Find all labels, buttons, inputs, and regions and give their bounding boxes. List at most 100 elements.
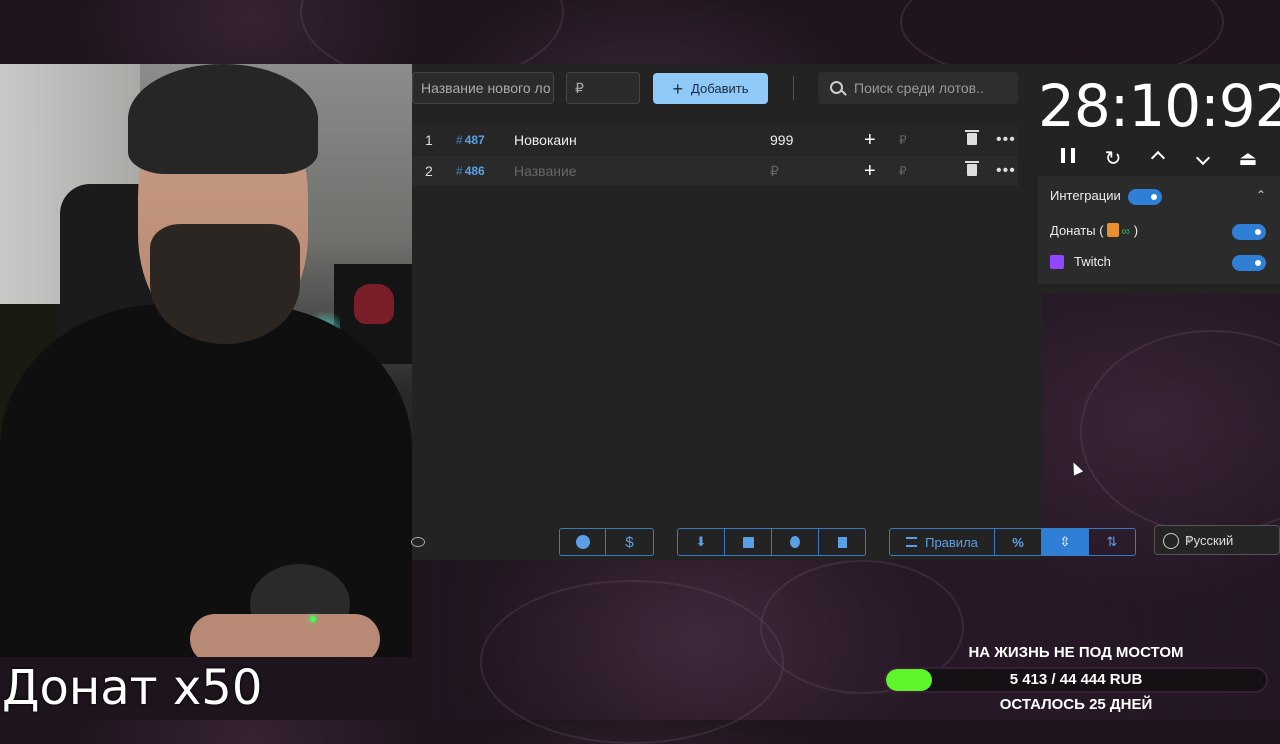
eject-icon: ⏏ — [1238, 148, 1258, 170]
webcam-feed — [0, 64, 412, 657]
dollar-icon: $ — [625, 533, 634, 551]
background-petal — [480, 580, 784, 744]
bug-report-button[interactable] — [772, 529, 819, 555]
lot-name-field[interactable]: Название — [514, 156, 577, 186]
clear-lots-button[interactable] — [819, 529, 865, 555]
delete-lot-icon[interactable] — [965, 161, 979, 176]
lot-search-input[interactable]: Поиск среди лотов.. — [818, 72, 1018, 104]
twitch-toggle[interactable] — [1232, 255, 1266, 271]
poster-art — [354, 284, 394, 324]
delete-lot-icon[interactable] — [965, 130, 979, 145]
collapse-chevron-icon[interactable]: ⌃ — [1256, 188, 1266, 202]
timer-decrease-button[interactable] — [1188, 146, 1218, 169]
pause-button[interactable] — [1053, 146, 1083, 169]
lot-row: 1 #487 Новокаин 999 + ₽ ••• — [412, 125, 1018, 155]
lot-id-value: 487 — [464, 133, 485, 147]
lot-amount-field[interactable]: 999 — [770, 125, 793, 155]
lot-name-field[interactable]: Новокаин — [514, 125, 577, 155]
donations-toggle[interactable] — [1232, 224, 1266, 240]
github-button[interactable] — [560, 529, 606, 555]
lot-id-value: 486 — [464, 164, 485, 178]
twitch-icon — [1050, 255, 1064, 269]
lot-id: #486 — [456, 156, 485, 186]
streamer-beard — [150, 224, 300, 344]
lots-panel: Название нового ло ₽ + Добавить Поиск сре… — [412, 64, 1042, 560]
new-lot-amount-input[interactable]: ₽ — [566, 72, 640, 104]
goal-amount: 5 413 / 44 444 RUB — [1009, 671, 1143, 688]
infinity-icon: ∞ — [1121, 224, 1131, 238]
view-options-group: Правила % ⇳ ⇅ — [889, 528, 1136, 556]
lot-row: 2 #486 Название ₽ + ₽ ••• — [412, 156, 1018, 186]
extra-amount-field[interactable]: ₽ — [899, 125, 907, 155]
lot-amount-field[interactable]: ₽ — [770, 156, 779, 186]
lot-index: 2 — [425, 163, 433, 179]
donate-button[interactable]: $ — [606, 529, 653, 555]
eject-button[interactable]: ⏏ — [1233, 146, 1263, 171]
rules-label: Правила — [925, 534, 978, 550]
more-options-icon[interactable]: ••• — [996, 125, 1016, 155]
search-placeholder: Поиск среди лотов.. — [854, 80, 984, 96]
add-amount-button[interactable]: + — [864, 125, 876, 155]
mouse-led — [310, 616, 316, 622]
rules-icon — [906, 537, 918, 547]
extra-amount-field[interactable]: ₽ — [899, 156, 907, 186]
mouse-cursor-icon — [1068, 460, 1084, 476]
lots-topbar: Название нового ло ₽ + Добавить Поиск сре… — [412, 72, 1042, 106]
more-options-icon[interactable]: ••• — [996, 156, 1016, 186]
add-lot-button[interactable]: + Добавить — [653, 73, 768, 104]
lot-index: 1 — [425, 132, 433, 148]
donations-integration: Донаты ( ∞ ) — [1050, 223, 1138, 238]
reset-icon: ↻ — [1104, 148, 1122, 170]
twitch-integration: Twitch — [1050, 254, 1111, 269]
github-icon — [575, 535, 590, 549]
donations-label: Донаты ( — [1050, 223, 1104, 238]
donationalerts-icon — [1106, 223, 1119, 237]
reset-timer-button[interactable]: ↻ — [1098, 146, 1128, 171]
timer-increase-button[interactable] — [1143, 146, 1173, 169]
file-actions-group: ⬇ — [677, 528, 866, 556]
integrations-title: Интеграции — [1050, 188, 1121, 203]
streamer-hair — [128, 64, 318, 174]
download-icon: ⬇ — [695, 534, 707, 549]
select-arrow-icon: ⇕ — [1185, 535, 1194, 546]
donations-suffix: ) — [1133, 223, 1139, 238]
links-group: $ — [559, 528, 654, 556]
percent-label: % — [1012, 534, 1024, 550]
sort-button[interactable]: ⇅ — [1089, 529, 1135, 555]
percent-button[interactable]: % — [995, 529, 1042, 555]
download-button[interactable]: ⬇ — [678, 529, 725, 555]
rules-button[interactable]: Правила — [890, 529, 995, 555]
new-lot-name-input[interactable]: Название нового ло — [412, 72, 554, 104]
chevron-down-icon — [1195, 150, 1211, 166]
topbar-divider — [793, 76, 794, 100]
pause-icon — [1061, 148, 1075, 163]
bottom-toolbar: $ ⬇ Правила % ⇳ ⇅ — [0, 528, 1280, 556]
save-button[interactable] — [725, 529, 772, 555]
compact-view-button[interactable]: ⇳ — [1042, 529, 1089, 555]
sort-icon: ⇅ — [1106, 534, 1118, 549]
goal-days-left: ОСТАЛОСЬ 25 ДНЕЙ — [999, 696, 1153, 713]
integrations-toggle[interactable] — [1128, 189, 1162, 205]
goal-title: НА ЖИЗНЬ НЕ ПОД МОСТОМ — [968, 644, 1184, 661]
bug-icon — [790, 536, 800, 548]
add-lot-label: Добавить — [691, 81, 749, 96]
chevron-up-icon — [1150, 150, 1166, 166]
save-icon — [742, 536, 754, 548]
vertical-align-center-icon: ⇳ — [1059, 534, 1071, 549]
timer-display: 28:10:92 — [1038, 72, 1280, 140]
hash-icon: # — [456, 164, 463, 178]
donate-multiplier-text: Донат x50 — [2, 660, 263, 716]
plus-icon: + — [672, 79, 684, 99]
lot-id: #487 — [456, 125, 485, 155]
streamer-hands — [190, 614, 380, 657]
hash-icon: # — [456, 133, 463, 147]
search-icon — [830, 81, 843, 94]
timer-panel: 28:10:92 ↻ ⏏ Интеграции ⌃ Донаты ( ∞ ) Tw… — [1038, 64, 1280, 294]
integrations-panel: Интеграции ⌃ Донаты ( ∞ ) Twitch — [1038, 176, 1280, 284]
add-amount-button[interactable]: + — [864, 156, 876, 186]
language-select[interactable]: Русский ⇕ — [1154, 525, 1280, 555]
delete-sweep-icon — [837, 536, 847, 548]
twitch-label: Twitch — [1074, 254, 1111, 269]
background-petal — [1080, 330, 1280, 534]
globe-icon — [1163, 533, 1179, 549]
